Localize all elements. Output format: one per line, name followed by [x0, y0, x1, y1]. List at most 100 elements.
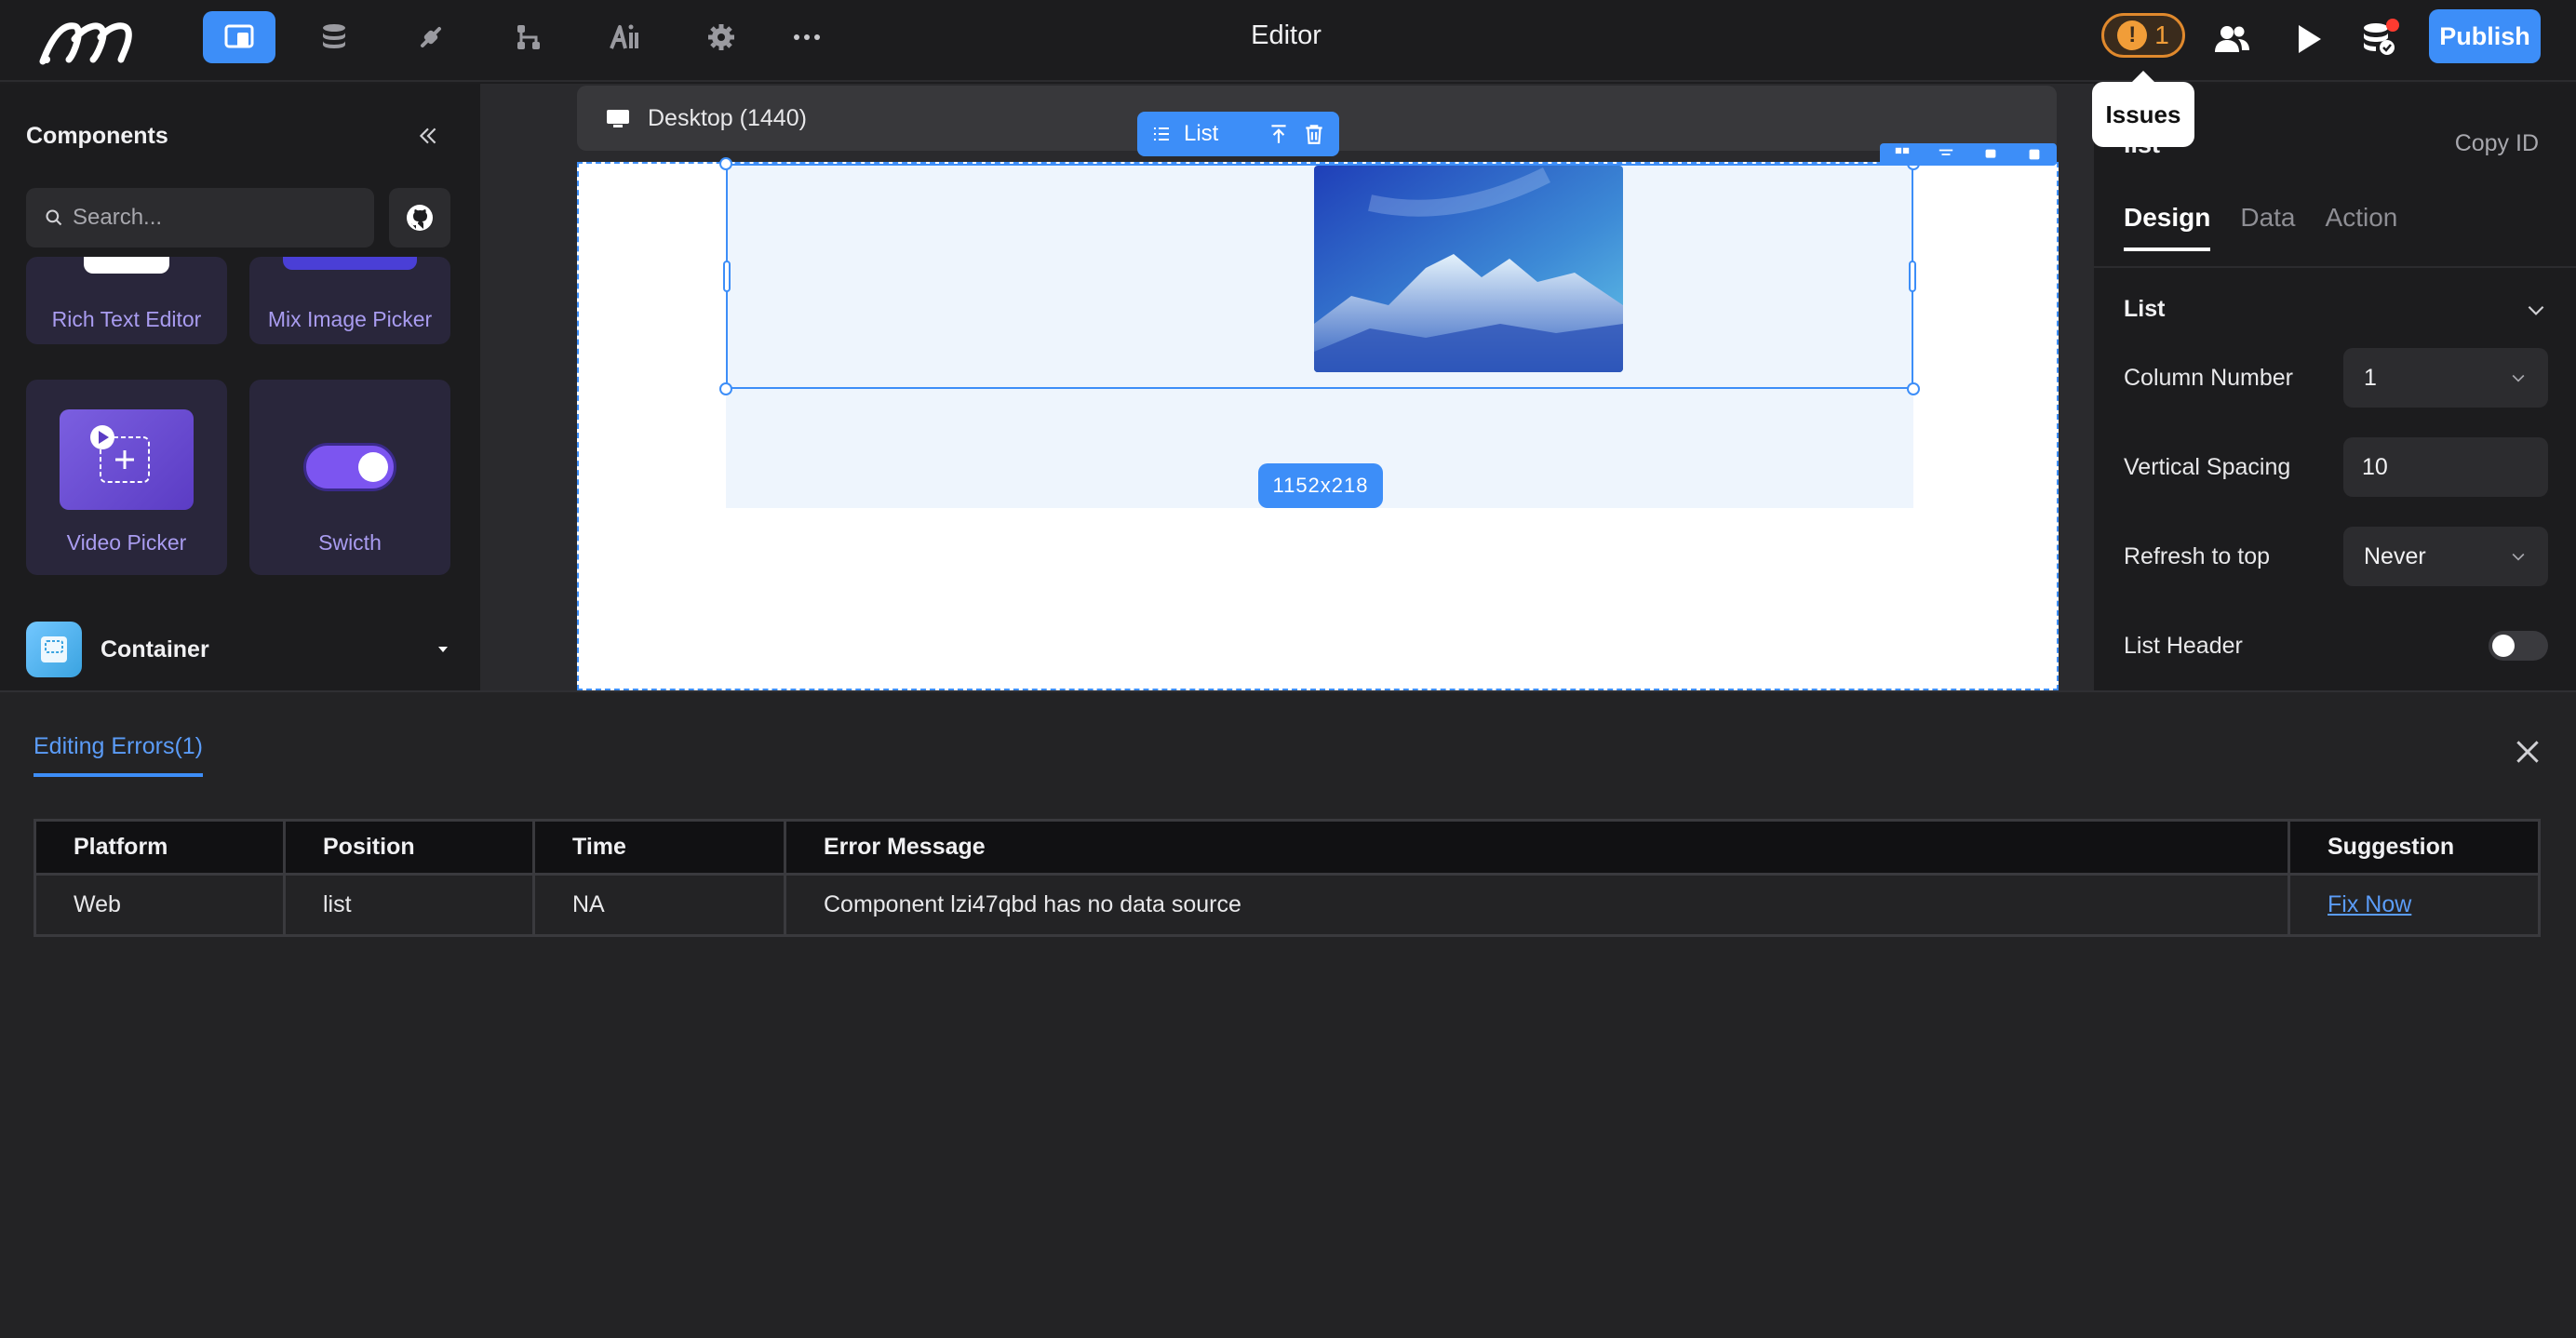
github-button[interactable] — [389, 188, 450, 248]
app-logo[interactable] — [37, 13, 134, 69]
prop-label: Vertical Spacing — [2124, 453, 2291, 480]
collapse-sidebar-button[interactable] — [409, 117, 447, 154]
issues-count: 1 — [2154, 20, 2169, 49]
design-canvas[interactable]: Desktop (1440) 1152x218 List — [480, 84, 2094, 690]
resize-handle[interactable] — [723, 261, 731, 292]
table-header-row: Platform Position Time Error Message Sug… — [34, 819, 2541, 876]
component-switch[interactable]: Swicth — [249, 380, 450, 575]
database-tool-button[interactable] — [298, 11, 370, 63]
notification-dot — [2386, 19, 2399, 32]
list-selection-toolbar[interactable]: List — [1137, 112, 1340, 156]
list-section-header[interactable]: List — [2124, 296, 2548, 323]
prop-label: Refresh to top — [2124, 542, 2271, 569]
component-mix-image-picker[interactable]: Mix Image Picker — [249, 257, 450, 344]
search-icon — [46, 209, 62, 226]
properties-panel: list Copy ID Design Data Action List Col… — [2094, 84, 2576, 690]
data-status-button[interactable] — [2355, 15, 2403, 63]
copy-icon[interactable] — [1982, 146, 1999, 163]
issues-button[interactable]: ! 1 — [2101, 13, 2185, 58]
component-rich-text-editor[interactable]: Rich Text Editor — [26, 257, 227, 344]
rich-text-thumbnail — [84, 257, 169, 274]
list-header-row: List Header — [2124, 616, 2548, 676]
select-value: Never — [2364, 542, 2426, 569]
resize-handle[interactable] — [719, 157, 732, 170]
plugin-icon — [421, 27, 441, 47]
chevron-down-icon — [2512, 374, 2525, 382]
trash-icon[interactable] — [1302, 122, 1326, 146]
grid-icon[interactable] — [1894, 146, 1911, 163]
align-icon[interactable] — [1938, 146, 1954, 163]
page-mini-toolbar[interactable] — [1880, 143, 2057, 166]
tab-data[interactable]: Data — [2240, 203, 2295, 251]
refresh-to-top-row: Refresh to top Never — [2124, 527, 2548, 586]
component-video-picker[interactable]: Video Picker — [26, 380, 227, 575]
column-header: Time — [532, 819, 786, 876]
cell-position: list — [283, 873, 535, 937]
video-picker-thumbnail — [60, 409, 194, 510]
close-icon — [2516, 741, 2539, 763]
pages-tool-button[interactable] — [203, 11, 275, 63]
component-label: Video Picker — [66, 530, 187, 555]
column-header: Suggestion — [2288, 819, 2541, 876]
resize-handle[interactable] — [1907, 382, 1920, 395]
copy-id-button[interactable]: Copy ID — [2455, 130, 2539, 157]
mountain-image — [1314, 166, 1623, 372]
refresh-to-top-select[interactable]: Never — [2343, 527, 2548, 586]
sidebar-title: Components — [26, 123, 168, 149]
publish-button[interactable]: Publish — [2429, 9, 2541, 63]
component-search[interactable] — [26, 188, 374, 248]
section-title: List — [2124, 296, 2166, 322]
switch-thumbnail-icon — [303, 443, 396, 491]
github-icon — [407, 205, 433, 231]
video-add-icon — [90, 425, 150, 483]
container-label: Container — [101, 636, 209, 662]
list-item-image[interactable] — [1314, 166, 1623, 372]
workflow-icon — [517, 25, 540, 49]
list-item-selection[interactable] — [719, 157, 1920, 395]
search-input[interactable] — [73, 205, 352, 231]
size-badge: 1152x218 — [1258, 463, 1383, 508]
collaborators-button[interactable] — [2207, 15, 2256, 63]
more-tool-button[interactable] — [771, 11, 843, 63]
workflow-tool-button[interactable] — [491, 11, 564, 63]
settings-tool-button[interactable] — [685, 11, 758, 63]
column-number-select[interactable]: 1 — [2343, 348, 2548, 408]
components-sidebar: Components Rich Text Editor Mix Image Pi… — [0, 84, 480, 690]
tab-editing-errors[interactable]: Editing Errors(1) — [34, 733, 203, 777]
column-number-row: Column Number 1 — [2124, 348, 2548, 408]
cell-platform: Web — [34, 873, 286, 937]
list-toolbar-label: List — [1184, 121, 1219, 146]
vertical-spacing-input[interactable] — [2343, 437, 2548, 497]
delete-icon[interactable] — [2026, 146, 2043, 163]
tab-action[interactable]: Action — [2326, 203, 2398, 251]
select-value: 1 — [2364, 364, 2377, 391]
resize-handle[interactable] — [1909, 261, 1916, 292]
fix-now-link[interactable]: Fix Now — [2328, 891, 2411, 917]
component-label: Rich Text Editor — [51, 307, 202, 331]
preview-button[interactable] — [2284, 15, 2332, 63]
tab-design[interactable]: Design — [2124, 203, 2211, 251]
properties-tabs: Design Data Action — [2124, 203, 2397, 251]
container-category[interactable]: Container — [26, 620, 450, 679]
list-header-toggle[interactable] — [2489, 631, 2548, 661]
caret-down-icon — [438, 647, 448, 652]
column-header: Error Message — [784, 819, 2290, 876]
editor-title: Editor — [1251, 20, 1322, 50]
resize-handle[interactable] — [719, 382, 732, 395]
settings-icon — [708, 24, 734, 50]
cell-error-message: Component lzi47qbd has no data source — [784, 873, 2290, 937]
double-chevron-left-icon — [419, 127, 436, 144]
ai-tool-button[interactable] — [588, 11, 661, 63]
users-icon — [2215, 26, 2249, 52]
list-icon — [1154, 127, 1169, 140]
divider — [2094, 266, 2576, 268]
errors-panel: Editing Errors(1) Platform Position Time… — [0, 690, 2576, 1338]
top-bar: Editor ! 1 Publish — [0, 0, 2576, 82]
move-to-top-icon[interactable] — [1267, 122, 1291, 146]
close-errors-button[interactable] — [2509, 733, 2546, 770]
ai-icon — [610, 24, 638, 49]
cell-suggestion: Fix Now — [2288, 873, 2541, 937]
page-frame[interactable]: 1152x218 — [577, 157, 2059, 690]
database-icon — [323, 24, 345, 48]
plugin-tool-button[interactable] — [395, 11, 467, 63]
